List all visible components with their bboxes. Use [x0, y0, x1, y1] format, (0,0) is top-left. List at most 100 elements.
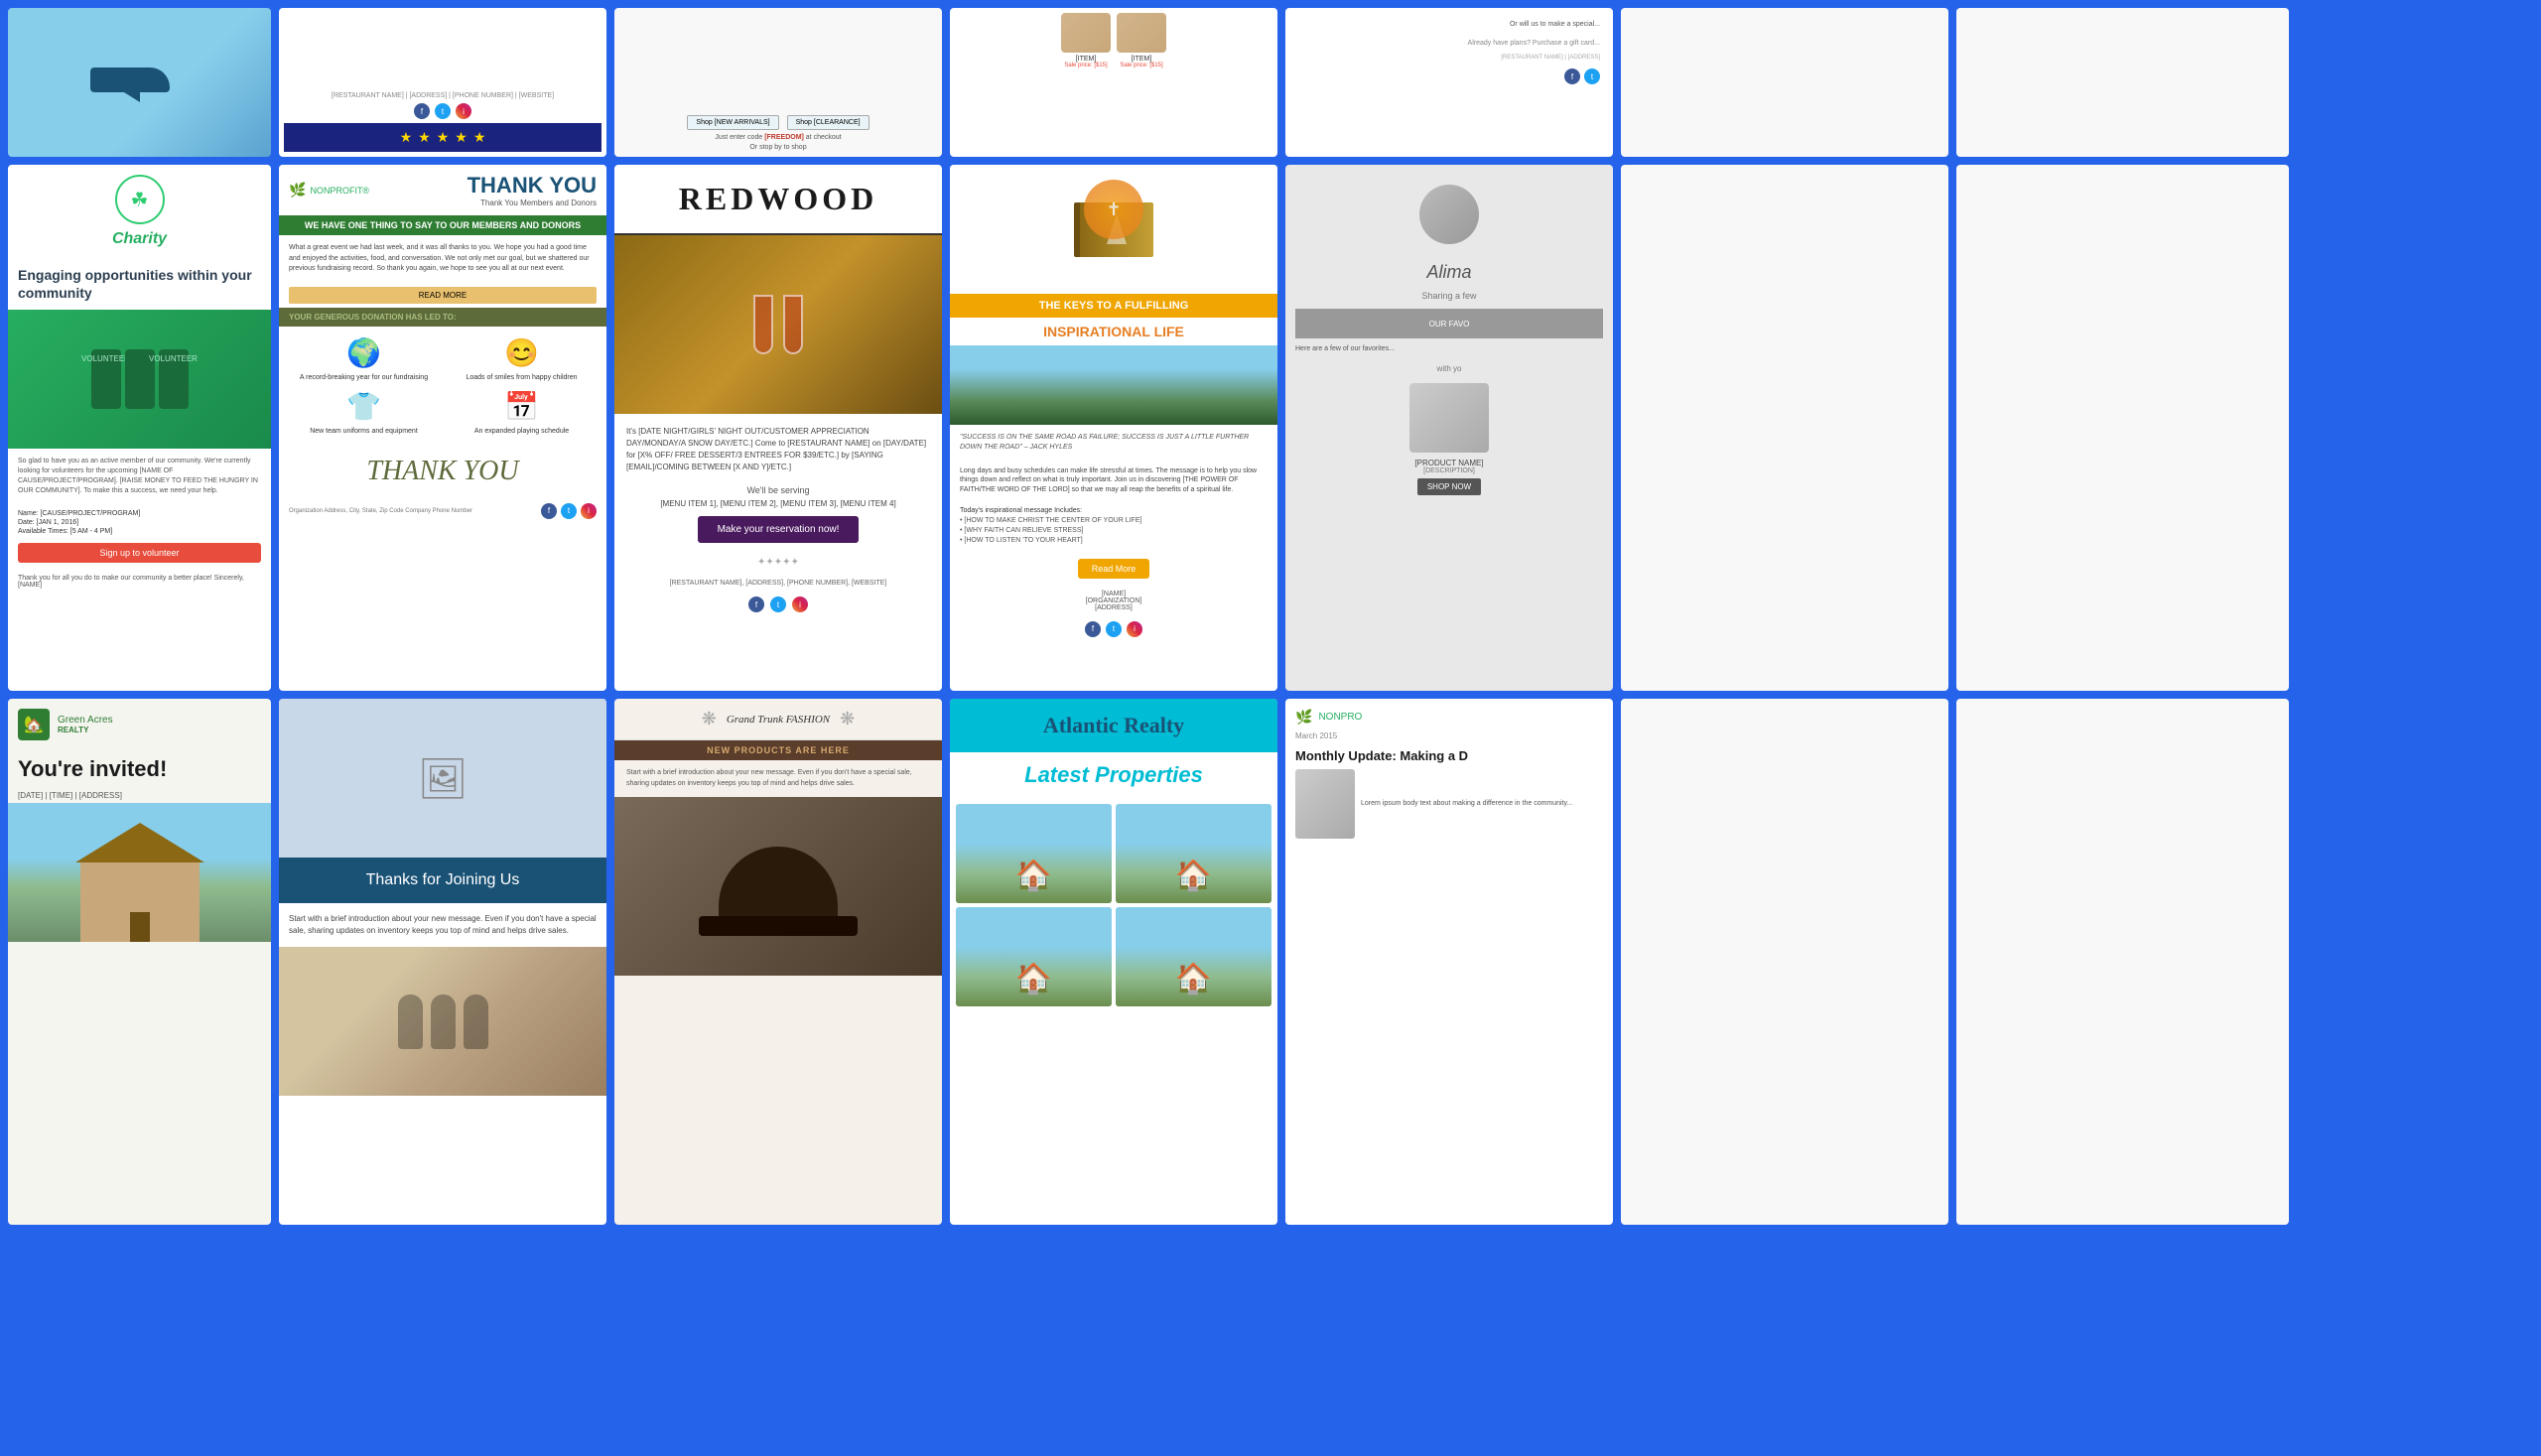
fashion-hat-image — [614, 797, 942, 976]
card-partial-6 — [1621, 8, 1948, 157]
nonprofit-header: 🌿 NONPROFIT® THANK YOU Thank You Members… — [279, 165, 606, 215]
reserve-button[interactable]: Make your reservation now! — [698, 516, 860, 543]
restaurant-name: [RESTAURANT NAME] | [ADDRESS] | [PHONE N… — [332, 92, 554, 99]
partial-gray-banner: OUR FAVO — [1295, 309, 1603, 338]
card-inspirational[interactable]: ✝ THE KEYS TO A FULFILLING INSPIRATIONAL… — [950, 165, 1277, 691]
card-atlantic-realty[interactable]: Atlantic Realty Latest Properties — [950, 699, 1277, 1225]
thanks-people-image — [279, 947, 606, 1096]
volunteer-3: VOLUNTEER — [159, 349, 189, 409]
footer-instagram-icon[interactable]: i — [581, 503, 597, 519]
volunteer-group: VOLUNTEER VOLUNTEER — [91, 349, 189, 409]
fundraising-icon: 🌍 — [346, 336, 381, 369]
redwood-twitter-icon[interactable]: t — [770, 596, 786, 612]
new-arrivals-btn[interactable]: Shop [NEW ARRIVALS] — [687, 115, 778, 130]
atlantic-title: Latest Properties — [950, 752, 1277, 798]
template-gallery: [RESTAURANT NAME] | [ADDRESS] | [PHONE N… — [0, 0, 2541, 1456]
thankyou-heading: THANK YOU — [377, 173, 597, 199]
facebook-icon[interactable]: f — [414, 103, 430, 119]
menu-items-text: [MENU ITEM 1], [MENU ITEM 2], [MENU ITEM… — [614, 499, 942, 508]
volunteer-text-1: VOLUNTEER — [81, 354, 130, 363]
fashion-header: ❋ Grand Trunk FASHION ❋ — [614, 699, 942, 740]
card-shop[interactable]: Shop [NEW ARRIVALS] Shop [CLEARANCE] Jus… — [614, 8, 942, 157]
card-redwood[interactable]: REDWOOD It's [DATE NIGHT/GIRLS' NIGHT OU… — [614, 165, 942, 691]
book-illustration: ✝ — [1074, 202, 1153, 257]
donation-label-1: A record-breaking year for our fundraisi… — [300, 373, 428, 382]
hat-illustration — [719, 847, 838, 926]
redwood-footer-info: [RESTAURANT NAME], [ADDRESS], [PHONE NUM… — [614, 574, 942, 593]
card-partial-newsletter[interactable]: Alima Sharing a few OUR FAVO Here are a … — [1285, 165, 1613, 691]
card-travel[interactable] — [8, 8, 271, 157]
realty-brand-name: Green Acres — [58, 715, 113, 726]
footer-twitter-icon[interactable]: t — [561, 503, 577, 519]
wine-glass-1 — [753, 295, 773, 354]
product-image-1 — [1061, 13, 1111, 53]
facebook-icon-2[interactable]: f — [1564, 68, 1580, 84]
nonprofit-icon: 🌿 — [289, 182, 306, 199]
travel-illustration — [80, 43, 200, 122]
product-item-2: [ITEM] Sale price: [$15] — [1117, 13, 1166, 68]
footer-facebook-icon[interactable]: f — [541, 503, 557, 519]
smiles-icon: 😊 — [504, 336, 539, 369]
nonprofit2-body-text: Lorem ipsum body text about making a dif… — [1361, 799, 1572, 809]
nonprofit2-logo: 🌿 NONPRO — [1295, 709, 1603, 726]
signup-button[interactable]: Sign up to volunteer — [18, 543, 261, 563]
fashion-deco-right: ❋ — [840, 709, 855, 729]
restaurant-footer-name: [RESTAURANT NAME] | [ADDRESS] — [1493, 51, 1608, 65]
nonprofit2-date: March 2015 — [1295, 731, 1603, 740]
card-restaurant-promo[interactable]: Or will us to make a special... Already … — [1285, 8, 1613, 157]
house-illustration — [80, 862, 200, 942]
thanks-image-placeholder: 🖼 — [279, 699, 606, 858]
card-thanks-joining[interactable]: 🖼 Thanks for Joining Us Start with a bri… — [279, 699, 606, 1225]
footer-addr: [ADDRESS] — [960, 604, 1268, 611]
card-restaurant-stars[interactable]: [RESTAURANT NAME] | [ADDRESS] | [PHONE N… — [279, 8, 606, 157]
partial-tagline: Sharing a few — [1295, 291, 1603, 301]
inspi-twitter-icon[interactable]: t — [1106, 621, 1122, 637]
charity-body-text: So glad to have you as an active member … — [8, 449, 271, 503]
instagram-icon[interactable]: i — [456, 103, 471, 119]
nonprofit2-icon: 🌿 — [1295, 709, 1312, 726]
redwood-facebook-icon[interactable]: f — [748, 596, 764, 612]
card-nonprofit-thankyou[interactable]: 🌿 NONPROFIT® THANK YOU Thank You Members… — [279, 165, 606, 691]
card-partial-7 — [1956, 8, 2289, 157]
card-partial-r3c7 — [1956, 699, 2289, 1225]
twitter-icon-2[interactable]: t — [1584, 68, 1600, 84]
card-nonprofit-monthly[interactable]: 🌿 NONPRO March 2015 Monthly Update: Maki… — [1285, 699, 1613, 1225]
list-item-2: • [WHY FAITH CAN RELIEVE STRESS] — [960, 527, 1268, 534]
thankyou-subheading: Thank You Members and Donors — [377, 199, 597, 207]
redwood-instagram-icon[interactable]: i — [792, 596, 808, 612]
invited-details: [DATE] | [TIME] | [ADDRESS] — [8, 788, 271, 803]
charity-header: ☘ Charity — [8, 165, 271, 258]
uniforms-icon: 👕 — [346, 390, 381, 423]
card-fashion[interactable]: ❋ Grand Trunk FASHION ❋ NEW PRODUCTS ARE… — [614, 699, 942, 1225]
card-product-sale[interactable]: [ITEM] Sale price: [$15] [ITEM] Sale pri… — [950, 8, 1277, 157]
social-icons-row: f t i — [414, 103, 471, 119]
atlantic-header: Atlantic Realty — [950, 699, 1277, 752]
realty-brand-block: Green Acres REALTY — [58, 715, 113, 734]
wine-glass-2 — [783, 295, 803, 354]
star-5: ★ — [473, 129, 486, 146]
twitter-icon[interactable]: t — [435, 103, 451, 119]
star-3: ★ — [437, 129, 450, 146]
read-more-button[interactable]: READ MORE — [289, 287, 597, 304]
shop-now-button[interactable]: SHOP NOW — [1417, 478, 1481, 495]
donation-item-3: 👕 New team uniforms and equipment — [289, 390, 439, 436]
date-field: Date: [JAN 1, 2016] — [18, 519, 261, 526]
card-charity[interactable]: ☘ Charity Engaging opportunities within … — [8, 165, 271, 691]
footer-org: [ORGANIZATION] — [960, 597, 1268, 604]
footer-name: [NAME] — [960, 591, 1268, 597]
fashion-brand-name: Grand Trunk FASHION — [727, 714, 830, 726]
atlantic-brand-name: Atlantic Realty — [964, 713, 1264, 738]
donation-item-1: 🌍 A record-breaking year for our fundrai… — [289, 336, 439, 382]
property-image-3 — [956, 907, 1112, 1006]
card-green-acres[interactable]: 🏡 Green Acres REALTY You're invited! [DA… — [8, 699, 271, 1225]
inspirational-read-more-button[interactable]: Read More — [1078, 559, 1150, 579]
image-placeholder-icon: 🖼 — [418, 755, 468, 802]
person-2 — [431, 994, 456, 1049]
star-1: ★ — [400, 129, 413, 146]
property-image-1 — [956, 804, 1112, 903]
inspi-instagram-icon[interactable]: i — [1127, 621, 1142, 637]
charity-icon: ☘ — [131, 188, 149, 212]
clearance-btn[interactable]: Shop [CLEARANCE] — [787, 115, 869, 130]
inspi-facebook-icon[interactable]: f — [1085, 621, 1101, 637]
thank-you-script-text: THANK YOU — [279, 446, 606, 497]
